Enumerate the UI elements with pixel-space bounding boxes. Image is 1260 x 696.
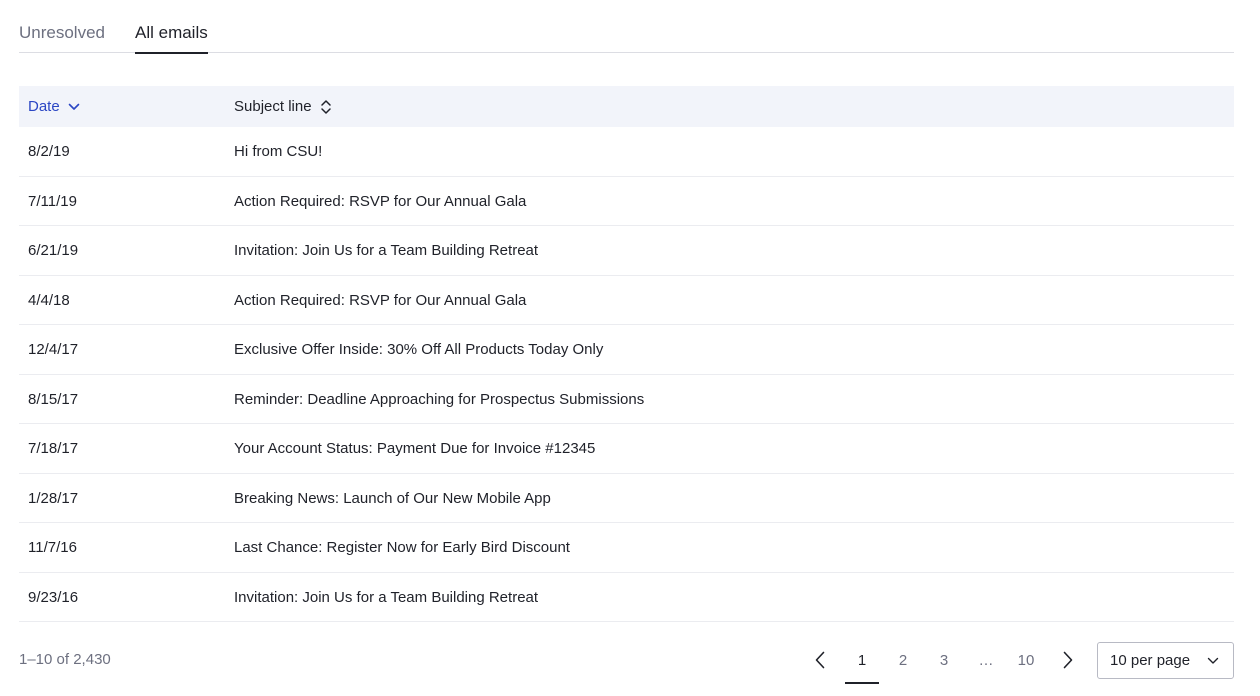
table-row[interactable]: 4/4/18 Action Required: RSVP for Our Annu… [19, 276, 1234, 325]
pagination-ellipsis: … [978, 651, 994, 669]
tab-unresolved[interactable]: Unresolved [19, 22, 105, 53]
tab-bar: Unresolved All emails [19, 0, 1234, 54]
date-cell: 7/11/19 [28, 192, 77, 210]
chevron-left-icon [815, 651, 825, 669]
table-row[interactable]: 6/21/19 Invitation: Join Us for a Team Bu… [19, 226, 1234, 276]
subject-cell: Hi from CSU! [234, 143, 323, 161]
previous-page-button[interactable] [808, 642, 832, 678]
table-header: Date Subject line [19, 86, 1234, 127]
next-page-button[interactable] [1056, 642, 1080, 678]
emails-table: Date Subject line 8/2/19 Hi from CSU! 7/11… [19, 86, 1234, 622]
table-row[interactable]: 1/28/17 Breaking News: Launch of Our New … [19, 474, 1234, 523]
date-cell: 1/28/17 [28, 489, 79, 507]
per-page-label: 10 per page [1110, 652, 1191, 669]
per-page-select[interactable]: 10 per page [1097, 642, 1234, 679]
subject-cell: Action Required: RSVP for Our Annual Gal… [234, 192, 527, 210]
table-row[interactable]: 7/11/19 Action Required: RSVP for Our Ann… [19, 177, 1234, 226]
subject-cell: Invitation: Join Us for a Team Building … [234, 588, 539, 606]
date-cell: 4/4/18 [28, 291, 70, 309]
table-row[interactable]: 12/4/17 Exclusive Offer Inside: 30% Off A… [19, 325, 1234, 375]
sort-icon [320, 99, 331, 114]
subject-cell: Reminder: Deadline Approaching for Prosp… [234, 390, 645, 408]
subject-cell: Action Required: RSVP for Our Annual Gal… [234, 291, 527, 309]
table-body: 8/2/19 Hi from CSU! 7/11/19 Action Required… [19, 127, 1234, 622]
table-row[interactable]: 9/23/16 Invitation: Join Us for a Team Bu… [19, 573, 1234, 622]
date-column-label: Date [28, 98, 60, 115]
date-cell: 8/15/17 [28, 390, 79, 408]
date-column-header[interactable]: Date [28, 86, 80, 127]
subject-cell: Breaking News: Launch of Our New Mobile … [234, 489, 551, 507]
tab-all-emails[interactable]: All emails [135, 22, 208, 54]
subject-cell: Your Account Status: Payment Due for Inv… [234, 440, 596, 458]
chevron-down-icon [1207, 657, 1219, 664]
date-cell: 8/2/19 [28, 143, 70, 161]
subject-cell: Invitation: Join Us for a Team Building … [234, 242, 539, 260]
chevron-down-icon [68, 103, 79, 110]
subject-cell: Exclusive Offer Inside: 30% Off All Prod… [234, 341, 604, 359]
pagination-range: 1–10 of 2,430 [19, 651, 111, 668]
subject-column-header[interactable]: Subject line [234, 86, 332, 127]
table-row[interactable]: 8/15/17 Reminder: Deadline Approaching fo… [19, 375, 1234, 424]
date-cell: 6/21/19 [28, 242, 79, 260]
date-cell: 9/23/16 [28, 588, 79, 606]
page-button-10[interactable]: 10 [1009, 642, 1043, 678]
date-cell: 11/7/16 [28, 539, 77, 557]
page-button-3[interactable]: 3 [927, 642, 961, 678]
page-button-1[interactable]: 1 [845, 642, 879, 684]
page-button-2[interactable]: 2 [886, 642, 920, 678]
chevron-right-icon [1063, 651, 1073, 669]
date-cell: 12/4/17 [28, 341, 79, 359]
subject-column-label: Subject line [234, 98, 312, 115]
table-row[interactable]: 7/18/17 Your Account Status: Payment Due … [19, 424, 1234, 474]
table-row[interactable]: 11/7/16 Last Chance: Register Now for Ear… [19, 523, 1234, 573]
subject-cell: Last Chance: Register Now for Early Bird… [234, 539, 570, 557]
table-row[interactable]: 8/2/19 Hi from CSU! [19, 127, 1234, 177]
date-cell: 7/18/17 [28, 440, 79, 458]
